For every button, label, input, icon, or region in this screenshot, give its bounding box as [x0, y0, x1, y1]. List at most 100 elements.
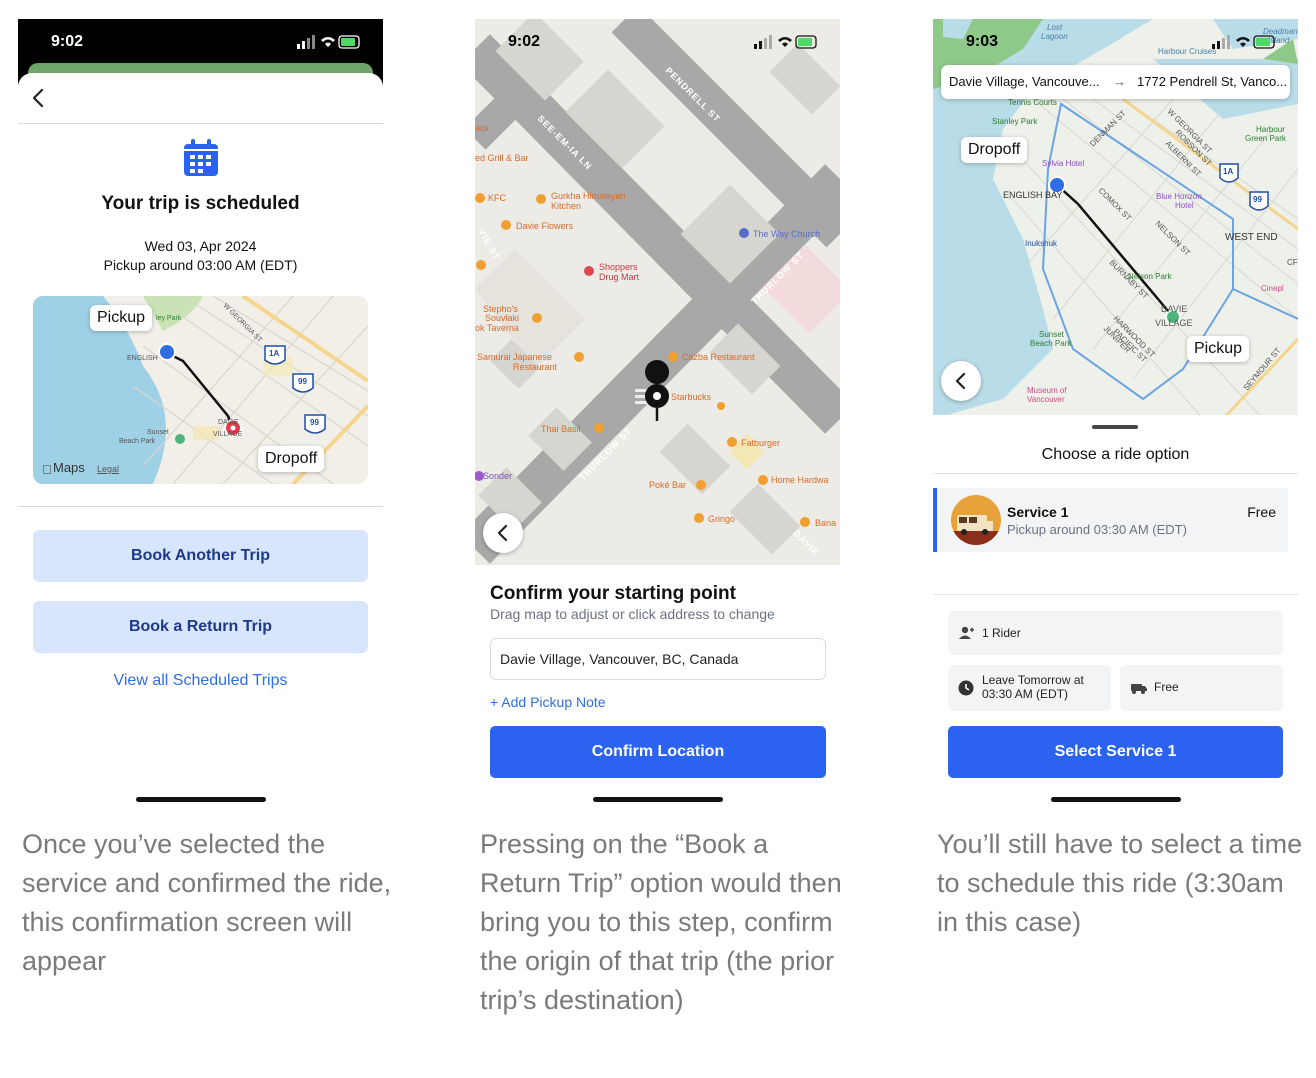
map-legal-link[interactable]: Legal [97, 464, 119, 474]
svg-text:Kitchen: Kitchen [551, 201, 581, 211]
svg-text:Gringo: Gringo [708, 514, 735, 524]
choose-ride-option-screen: 1A 99 Lost Lagoon Deadman Island Harbour Cr… [933, 19, 1298, 809]
departure-time-selector[interactable]: Leave Tomorrow at 03:30 AM (EDT) [948, 665, 1111, 711]
clock-icon [958, 680, 974, 696]
svg-text:99: 99 [298, 377, 307, 386]
status-bar: 9:02 [475, 19, 840, 67]
svg-text:Samurai Japanese: Samurai Japanese [477, 352, 552, 362]
svg-text:Beach Park: Beach Park [119, 438, 156, 445]
location-map[interactable]: PENDRELL ST SEE-EM-IA LN THURLOW ST THUR… [475, 19, 840, 567]
book-return-trip-button[interactable]: Book a Return Trip [33, 601, 368, 653]
home-indicator[interactable] [136, 797, 266, 802]
sheet-subtitle: Drag map to adjust or click address to c… [490, 606, 775, 622]
scheduled-trip-screen: 9:02 Your trip is scheduled Wed 03, Apr … [18, 19, 383, 809]
page-title: Your trip is scheduled [101, 193, 300, 214]
svg-text:Sunset: Sunset [1039, 330, 1065, 339]
chevron-left-icon [955, 372, 966, 390]
svg-text:Bana: Bana [815, 518, 836, 528]
pickup-time: Pickup around 03:00 AM (EDT) [103, 257, 298, 273]
svg-text:Stanley Park: Stanley Park [992, 117, 1038, 126]
svg-text:99: 99 [310, 418, 319, 427]
leave-time-line1: Leave Tomorrow at [982, 673, 1084, 687]
riders-selector[interactable]: 1 Rider [948, 611, 1283, 655]
add-rider-icon [959, 626, 974, 639]
home-indicator[interactable] [593, 797, 723, 802]
map-graphic: PENDRELL ST SEE-EM-IA LN THURLOW ST THUR… [475, 19, 840, 567]
svg-text:ed Grill & Bar: ed Grill & Bar [475, 153, 529, 163]
svg-text::  [42, 462, 52, 477]
status-icons [1212, 35, 1275, 49]
select-service-button[interactable]: Select Service 1 [948, 726, 1283, 778]
svg-text:Home Hardwa: Home Hardwa [771, 475, 829, 485]
arrow-right-icon: → [1113, 74, 1126, 89]
caption-step-3: You’ll still have to select a time to sc… [937, 829, 1303, 937]
divider [933, 473, 1298, 474]
service-avatar [951, 495, 1001, 545]
svg-text:Nelson Park: Nelson Park [1128, 272, 1173, 281]
map-back-button[interactable] [483, 513, 523, 553]
status-time: 9:03 [966, 33, 999, 50]
confirm-sheet: Confirm your starting point Drag map to … [475, 565, 840, 809]
map-pickup-label: Pickup [1187, 336, 1250, 362]
svg-text:Blue Horizon: Blue Horizon [1156, 192, 1202, 201]
route-summary[interactable]: Davie Village, Vancouve... → 1772 Pendre… [941, 65, 1290, 99]
leave-time-line2: 03:30 AM (EDT) [982, 687, 1069, 701]
svg-text:ENGLISH: ENGLISH [127, 355, 158, 362]
svg-text:Starbucks: Starbucks [671, 392, 712, 402]
fare-info[interactable]: Free [1120, 665, 1283, 711]
divider [933, 594, 1298, 595]
svg-text:Cazba Restaurant: Cazba Restaurant [682, 352, 755, 362]
svg-text:Vancouver: Vancouver [1027, 395, 1065, 404]
trip-map[interactable]: 1A 99 99 ENGLISH Sunset Beach Park DAVIE VILL… [33, 296, 368, 484]
back-chevron-icon[interactable] [28, 87, 50, 109]
sheet-grabber[interactable] [1092, 425, 1138, 429]
status-time: 9:02 [508, 33, 541, 50]
confirm-location-button[interactable]: Confirm Location [490, 726, 826, 778]
svg-text:Sonder: Sonder [483, 471, 512, 481]
view-all-trips-link[interactable]: View all Scheduled Trips [18, 672, 383, 690]
status-icons [297, 35, 360, 49]
route-destination: 1772 Pendrell St, Vanco... [1137, 74, 1287, 89]
service-option[interactable]: Service 1 Pickup around 03:30 AM (EDT) F… [933, 488, 1288, 552]
svg-text:Restaurant: Restaurant [513, 362, 558, 372]
fare-label: Free [1154, 680, 1179, 694]
svg-text:VILLAGE: VILLAGE [213, 431, 243, 438]
bus-icon [951, 495, 1001, 545]
svg-text:Poké Bar: Poké Bar [649, 480, 686, 490]
riders-label: 1 Rider [982, 626, 1021, 640]
svg-text:DAVIE: DAVIE [218, 419, 239, 426]
svg-text:ok Taverna: ok Taverna [475, 323, 519, 333]
svg-text:Shoppers: Shoppers [599, 262, 638, 272]
header-divider [18, 123, 383, 124]
map-back-button[interactable] [941, 361, 981, 401]
address-field[interactable]: Davie Village, Vancouver, BC, Canada [490, 638, 826, 680]
svg-text:Hotel: Hotel [1175, 201, 1194, 210]
svg-text:WEST END: WEST END [1225, 232, 1278, 243]
svg-text:VILLAGE: VILLAGE [1155, 318, 1193, 328]
caption-step-1: Once you’ve selected the service and con… [22, 829, 392, 976]
caption-step-2: Pressing on the “Book a Return Trip” opt… [480, 829, 842, 1015]
svg-text:Souvlaki: Souvlaki [485, 313, 519, 323]
confirm-starting-point-screen: PENDRELL ST SEE-EM-IA LN THURLOW ST THUR… [475, 19, 840, 809]
svg-text:1A: 1A [269, 349, 279, 358]
svg-text:Davie Flowers: Davie Flowers [516, 221, 574, 231]
service-name: Service 1 [1007, 504, 1069, 520]
ride-options-sheet: Choose a ride option Service 1 Pickup ar… [933, 415, 1298, 809]
svg-text:Cinepl: Cinepl [1261, 284, 1284, 293]
trip-date: Wed 03, Apr 2024 [144, 238, 257, 254]
svg-text:99: 99 [1253, 195, 1262, 204]
svg-text:Drug Mart: Drug Mart [599, 272, 640, 282]
home-indicator[interactable] [1051, 797, 1181, 802]
svg-text:Thai Basil: Thai Basil [541, 424, 581, 434]
status-bar: 9:02 [18, 19, 383, 67]
svg-text:CF: CF [1287, 258, 1298, 267]
add-pickup-note-link[interactable]: + Add Pickup Note [490, 694, 606, 710]
svg-text:Inukshuk: Inukshuk [1025, 239, 1058, 248]
svg-text:Tennis Courts: Tennis Courts [1008, 98, 1057, 107]
sheet-title: Choose a ride option [1041, 446, 1190, 463]
svg-text:1A: 1A [1223, 167, 1233, 176]
svg-text:ENGLISH BAY: ENGLISH BAY [1003, 190, 1062, 200]
book-another-trip-button[interactable]: Book Another Trip [33, 530, 368, 582]
svg-text:Beach Park: Beach Park [1030, 339, 1072, 348]
map-dropoff-label: Dropoff [961, 137, 1028, 163]
